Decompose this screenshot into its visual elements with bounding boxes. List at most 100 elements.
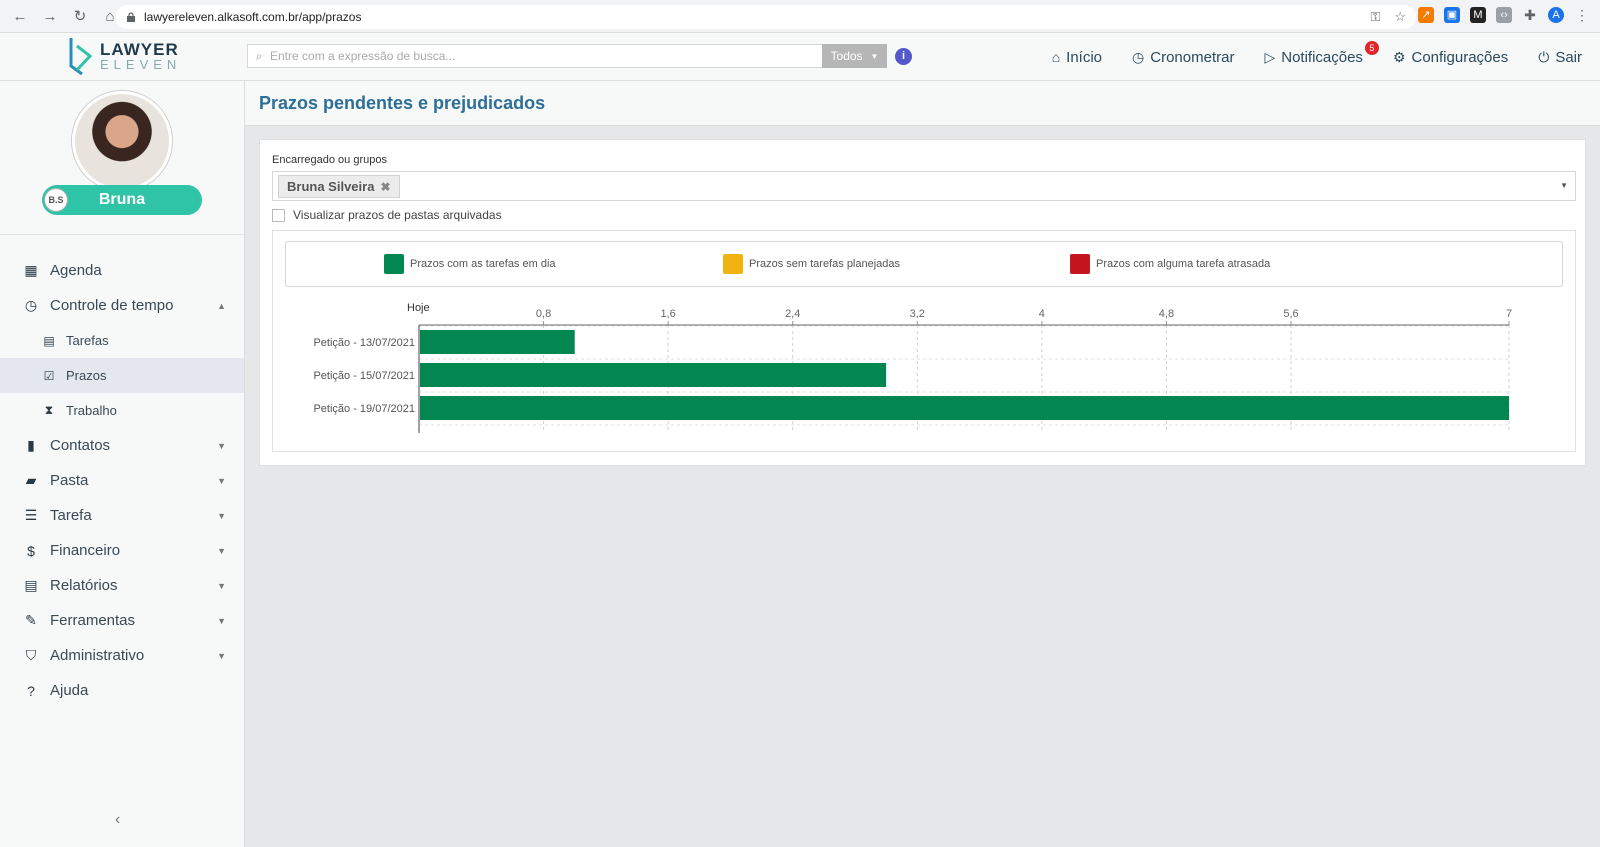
sidebar-item-prazos[interactable]: ☑ Prazos (0, 358, 244, 393)
legend-item-late[interactable]: Prazos com alguma tarefa atrasada (1070, 254, 1270, 274)
back-icon[interactable]: ← (12, 8, 28, 25)
sidebar-item-trabalho[interactable]: ⧗ Trabalho (0, 393, 244, 428)
extension-translate-icon[interactable]: ▣ (1444, 7, 1460, 23)
logo[interactable]: LAWYER ELEVEN (68, 36, 181, 76)
legend-swatch-late (1070, 254, 1090, 274)
folder-open-icon: ▰ (25, 472, 37, 488)
chevron-down-icon: ▼ (217, 440, 226, 451)
sidebar-item-administrativo[interactable]: ⛉ Administrativo ▼ (0, 638, 244, 673)
sidebar-item-pasta[interactable]: ▰ Pasta ▼ (0, 463, 244, 498)
category-label: Petição - 19/07/2021 (313, 403, 415, 415)
shield-icon: ⛉ (25, 647, 37, 663)
assignee-select[interactable]: Bruna Silveira ✖ ▼ (272, 171, 1576, 201)
chevron-up-icon: ▲ (217, 300, 226, 311)
sidebar-item-relatorios[interactable]: ▤ Relatórios ▼ (0, 568, 244, 603)
browser-nav: ← → ↻ ⌂ (0, 7, 118, 26)
sidebar: B.S Bruna ▦ Agenda ◷ Controle de tempo ▲… (0, 81, 245, 847)
x-tick-label: 0,8 (536, 308, 551, 320)
sidebar-item-label: Controle de tempo (50, 297, 174, 314)
search-scope-dropdown[interactable]: Todos ▼ (822, 44, 887, 68)
extension-chart-icon[interactable]: ↗ (1418, 7, 1434, 23)
address-bar[interactable]: lawyereleven.alkasoft.com.br/app/prazos … (116, 5, 1416, 29)
sidebar-item-label: Agenda (50, 262, 102, 279)
assignee-tag: Bruna Silveira ✖ (278, 175, 400, 198)
chevron-down-icon: ▼ (217, 510, 226, 521)
legend-label-no-tasks: Prazos sem tarefas planejadas (749, 258, 901, 270)
notification-count-badge: 5 (1364, 40, 1379, 55)
sidebar-item-tarefa[interactable]: ☰ Tarefa ▼ (0, 498, 244, 533)
nav-sair-label: Sair (1555, 48, 1582, 66)
extensions-puzzle-icon[interactable]: ✚ (1522, 7, 1538, 23)
legend-item-no-tasks[interactable]: Prazos sem tarefas planejadas (723, 254, 900, 274)
clock-icon: ◷ (24, 297, 38, 313)
nav-cronometrar[interactable]: ◷ Cronometrar (1132, 49, 1234, 66)
legend-item-on-time[interactable]: Prazos com as tarefas em dia (384, 254, 556, 274)
search-input[interactable]: Entre com a expressão de busca... (270, 49, 822, 63)
calendar-icon: ▦ (24, 262, 38, 278)
forward-icon[interactable]: → (42, 8, 58, 25)
browser-toolbar: ← → ↻ ⌂ lawyereleven.alkasoft.com.br/app… (0, 0, 1600, 33)
sidebar-item-label: Tarefas (66, 333, 109, 348)
help-icon: ? (27, 682, 35, 699)
archived-checkbox[interactable] (272, 208, 285, 222)
page-header: Prazos pendentes e prejudicados (245, 81, 1600, 126)
x-tick-label: 2,4 (785, 308, 800, 320)
sidebar-item-label: Ajuda (50, 682, 89, 699)
remove-tag-icon[interactable]: ✖ (380, 180, 390, 194)
sidebar-item-label: Financeiro (50, 542, 121, 559)
extensions: ↗ ▣ M ‹› ✚ A ⋮ (1418, 7, 1590, 23)
sidebar-item-tarefas[interactable]: ▤ Tarefas (0, 323, 244, 358)
sidebar-item-ferramentas[interactable]: ✎ Ferramentas ▼ (0, 603, 244, 638)
sidebar-item-label: Tarefa (50, 507, 92, 524)
key-icon[interactable]: ⚿ (1370, 9, 1380, 25)
hourglass-icon: ⧗ (44, 403, 54, 417)
nav-notificacoes-label: Notificações (1281, 48, 1363, 66)
caret-down-icon[interactable]: ▼ (1560, 181, 1568, 190)
collapse-sidebar-icon[interactable]: ‹ (115, 811, 120, 829)
sidebar-item-label: Prazos (66, 368, 107, 383)
origin-label: Hoje (407, 302, 430, 314)
wrench-icon: ✎ (25, 612, 37, 628)
legend-label-on-time: Prazos com as tarefas em dia (410, 258, 556, 270)
logo-mark-icon (69, 38, 93, 76)
extension-m-icon[interactable]: M (1470, 7, 1486, 23)
user-name: Bruna (98, 191, 146, 208)
sidebar-item-contatos[interactable]: ▮ Contatos ▼ (0, 428, 244, 463)
archived-checkbox-label: Visualizar prazos de pastas arquivadas (293, 208, 502, 222)
sidebar-item-financeiro[interactable]: $ Financeiro ▼ (0, 533, 244, 568)
sidebar-item-label: Pasta (50, 472, 89, 489)
reload-icon[interactable]: ↻ (72, 7, 88, 25)
deadlines-chart: Prazos com as tarefas em dia Prazos sem … (272, 230, 1576, 452)
sidebar-item-controle-de-tempo[interactable]: ◷ Controle de tempo ▲ (0, 288, 244, 323)
clock-icon: ◷ (1132, 48, 1145, 65)
chevron-down-icon: ▼ (217, 475, 226, 486)
nav-inicio[interactable]: ⌂ Início (1052, 49, 1102, 66)
x-tick-label: 7 (1506, 308, 1512, 320)
search-scope-label: Todos (830, 49, 863, 63)
top-nav: ⌂ Início ◷ Cronometrar ▷ Notificações 5 … (1052, 33, 1582, 81)
id-card-icon: ▤ (43, 333, 55, 348)
sidebar-item-label: Administrativo (50, 647, 145, 664)
sidebar-item-agenda[interactable]: ▦ Agenda (0, 253, 244, 288)
power-icon: ⏻ (1538, 48, 1550, 65)
profile-avatar[interactable]: A (1548, 7, 1564, 23)
info-icon[interactable]: i (895, 48, 912, 65)
bookmark-star-icon[interactable]: ☆ (1394, 9, 1406, 25)
search-bar: ⌕ Entre com a expressão de busca... Todo… (247, 44, 887, 68)
x-tick-label: 4 (1039, 308, 1045, 320)
user-initials: B.S (44, 188, 68, 212)
legend-swatch-on-time (384, 254, 404, 274)
user-avatar[interactable] (72, 91, 172, 191)
nav-notificacoes[interactable]: ▷ Notificações 5 (1264, 40, 1379, 66)
nav-configuracoes[interactable]: ⚙ Configurações (1393, 49, 1508, 66)
sidebar-item-label: Ferramentas (50, 612, 136, 629)
nav-sair[interactable]: ⏻ Sair (1538, 49, 1582, 66)
sidebar-item-ajuda[interactable]: ? Ajuda (0, 673, 244, 708)
lock-icon (127, 12, 135, 22)
user-name-pill[interactable]: B.S Bruna (42, 185, 202, 215)
home-icon: ⌂ (1051, 49, 1061, 65)
extension-code-icon[interactable]: ‹› (1496, 7, 1512, 23)
gear-icon: ⚙ (1392, 48, 1406, 65)
chevron-down-icon: ▼ (217, 545, 226, 556)
browser-menu-icon[interactable]: ⋮ (1574, 7, 1590, 23)
